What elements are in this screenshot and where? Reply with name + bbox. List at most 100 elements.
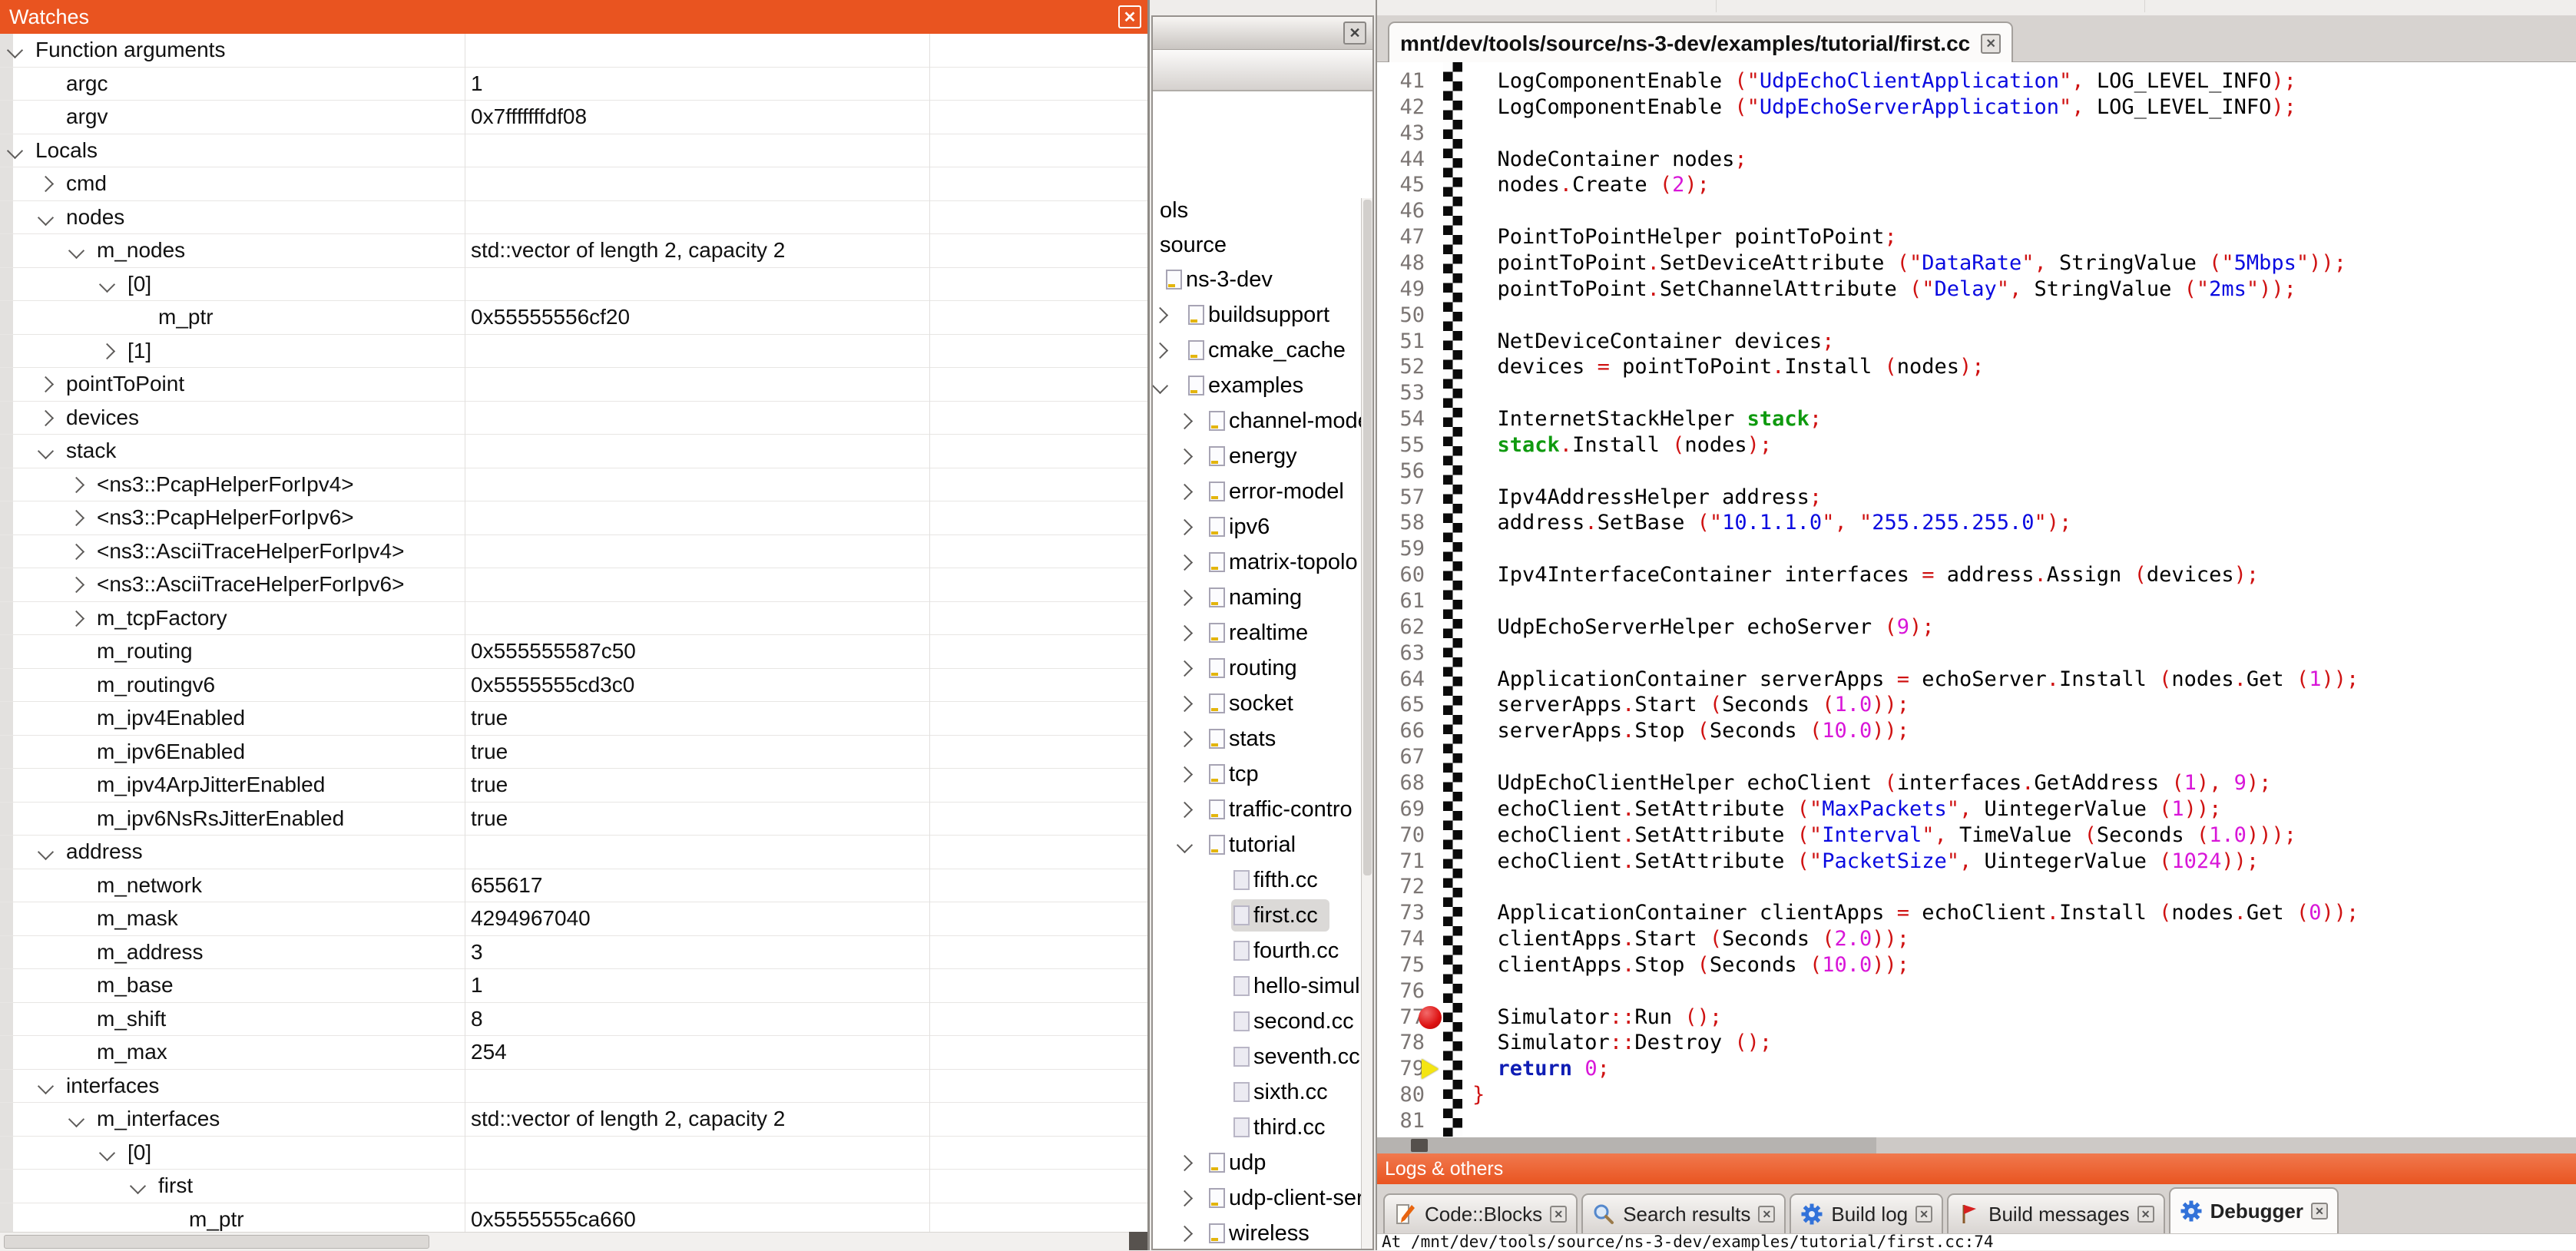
watch-row[interactable]: Function arguments bbox=[0, 34, 1147, 68]
chevron-right-icon[interactable] bbox=[40, 379, 51, 394]
code-line-42[interactable]: 42 LogComponentEnable ("UdpEchoServerApp… bbox=[1377, 94, 2576, 121]
breakpoint-icon[interactable] bbox=[1419, 1006, 1442, 1029]
watch-row[interactable]: <ns3::PcapHelperForIpv6> bbox=[0, 501, 1147, 535]
watch-row[interactable]: Locals bbox=[0, 134, 1147, 168]
watch-row[interactable]: [0] bbox=[0, 1137, 1147, 1170]
code-line-75[interactable]: 75 clientApps.Stop (Seconds (10.0)); bbox=[1377, 952, 2576, 978]
tree-item-hello-simul[interactable]: hello-simul bbox=[1153, 969, 1372, 1004]
chevron-right-icon[interactable] bbox=[71, 479, 82, 495]
chevron-right-icon[interactable] bbox=[1179, 804, 1190, 819]
watch-row[interactable]: cmd bbox=[0, 167, 1147, 201]
watch-row[interactable]: m_network655617 bbox=[0, 869, 1147, 903]
code-line-59[interactable]: 59 bbox=[1377, 536, 2576, 562]
code-line-79[interactable]: 79 return 0; bbox=[1377, 1056, 2576, 1082]
line-number[interactable]: 58 bbox=[1377, 510, 1425, 536]
watch-row[interactable]: <ns3::PcapHelperForIpv4> bbox=[0, 468, 1147, 502]
code-line-41[interactable]: 41 LogComponentEnable ("UdpEchoClientApp… bbox=[1377, 68, 2576, 94]
watch-row[interactable]: m_routing0x555555587c50 bbox=[0, 635, 1147, 669]
watch-row[interactable]: [0] bbox=[0, 268, 1147, 302]
line-number[interactable]: 49 bbox=[1377, 276, 1425, 303]
log-tab-search-results[interactable]: Search results✕ bbox=[1581, 1193, 1786, 1233]
log-tab-build-log[interactable]: Build log✕ bbox=[1790, 1193, 1943, 1233]
line-number[interactable]: 79 bbox=[1377, 1056, 1425, 1082]
tree-item-udp-client-ser[interactable]: udp-client-ser bbox=[1153, 1181, 1372, 1216]
code-line-43[interactable]: 43 bbox=[1377, 121, 2576, 147]
chevron-down-icon[interactable] bbox=[1179, 839, 1190, 855]
line-number[interactable]: 48 bbox=[1377, 250, 1425, 276]
code-line-60[interactable]: 60 Ipv4InterfaceContainer interfaces = a… bbox=[1377, 562, 2576, 588]
code-area[interactable]: 41 LogComponentEnable ("UdpEchoClientApp… bbox=[1377, 62, 2576, 1137]
tree-item-first-cc[interactable]: first.cc bbox=[1153, 899, 1372, 933]
watches-column-divider-type[interactable] bbox=[929, 34, 930, 1232]
chevron-right-icon[interactable] bbox=[1179, 733, 1190, 749]
line-number[interactable]: 68 bbox=[1377, 770, 1425, 796]
watch-row[interactable]: stack bbox=[0, 435, 1147, 468]
code-line-65[interactable]: 65 serverApps.Start (Seconds (1.0)); bbox=[1377, 692, 2576, 718]
chevron-right-icon[interactable] bbox=[1179, 627, 1190, 643]
line-number[interactable]: 53 bbox=[1377, 380, 1425, 406]
chevron-right-icon[interactable] bbox=[1179, 592, 1190, 607]
log-tab-close-icon[interactable]: ✕ bbox=[2137, 1206, 2154, 1223]
logs-title-bar[interactable]: Logs & others bbox=[1377, 1153, 2576, 1184]
watch-row[interactable]: m_mask4294967040 bbox=[0, 902, 1147, 936]
chevron-down-icon[interactable] bbox=[40, 846, 51, 862]
code-line-57[interactable]: 57 Ipv4AddressHelper address; bbox=[1377, 485, 2576, 511]
line-number[interactable]: 73 bbox=[1377, 900, 1425, 926]
line-number[interactable]: 70 bbox=[1377, 822, 1425, 849]
log-tab-build-messages[interactable]: Build messages✕ bbox=[1947, 1193, 2165, 1233]
line-number[interactable]: 51 bbox=[1377, 329, 1425, 355]
watch-row[interactable]: m_nodesstd::vector of length 2, capacity… bbox=[0, 234, 1147, 268]
line-number[interactable]: 66 bbox=[1377, 718, 1425, 744]
log-tab-close-icon[interactable]: ✕ bbox=[1550, 1206, 1567, 1223]
line-number[interactable]: 60 bbox=[1377, 562, 1425, 588]
line-number[interactable]: 64 bbox=[1377, 667, 1425, 693]
code-line-47[interactable]: 47 PointToPointHelper pointToPoint; bbox=[1377, 224, 2576, 250]
tree-item-ipv6[interactable]: ipv6 bbox=[1153, 510, 1372, 544]
tree-item-error-model[interactable]: error-model bbox=[1153, 475, 1372, 509]
code-line-48[interactable]: 48 pointToPoint.SetDeviceAttribute ("Dat… bbox=[1377, 250, 2576, 276]
line-number[interactable]: 74 bbox=[1377, 926, 1425, 952]
watch-row[interactable]: m_ptr0x55555556cf20 bbox=[0, 301, 1147, 335]
tree-item-fifth-cc[interactable]: fifth.cc bbox=[1153, 863, 1372, 898]
chevron-right-icon[interactable] bbox=[71, 579, 82, 594]
watch-row[interactable]: argc1 bbox=[0, 68, 1147, 101]
line-number[interactable]: 55 bbox=[1377, 432, 1425, 458]
chevron-right-icon[interactable] bbox=[1154, 345, 1166, 360]
tree-item-energy[interactable]: energy bbox=[1153, 439, 1372, 474]
chevron-down-icon[interactable] bbox=[40, 1081, 51, 1096]
line-number[interactable]: 54 bbox=[1377, 406, 1425, 432]
watch-row[interactable]: [1] bbox=[0, 335, 1147, 369]
line-number[interactable]: 80 bbox=[1377, 1082, 1425, 1108]
chevron-down-icon[interactable] bbox=[101, 279, 113, 294]
watches-hscrollbar-thumb[interactable] bbox=[4, 1235, 429, 1249]
tree-item-buildsupport[interactable]: buildsupport bbox=[1153, 298, 1372, 333]
code-line-51[interactable]: 51 NetDeviceContainer devices; bbox=[1377, 329, 2576, 355]
code-line-49[interactable]: 49 pointToPoint.SetChannelAttribute ("De… bbox=[1377, 276, 2576, 303]
code-line-46[interactable]: 46 bbox=[1377, 198, 2576, 224]
code-line-69[interactable]: 69 echoClient.SetAttribute ("MaxPackets"… bbox=[1377, 796, 2576, 822]
line-number[interactable]: 56 bbox=[1377, 458, 1425, 485]
watches-title-bar[interactable]: Watches bbox=[0, 0, 1147, 34]
tree-item-socket[interactable]: socket bbox=[1153, 687, 1372, 721]
line-number[interactable]: 78 bbox=[1377, 1030, 1425, 1056]
tree-item-seventh-cc[interactable]: seventh.cc bbox=[1153, 1040, 1372, 1074]
chevron-down-icon[interactable] bbox=[9, 45, 21, 60]
code-line-70[interactable]: 70 echoClient.SetAttribute ("Interval", … bbox=[1377, 822, 2576, 849]
file-tree-scrollbar[interactable] bbox=[1361, 198, 1372, 1249]
watch-row[interactable]: m_ipv4ArpJitterEnabledtrue bbox=[0, 769, 1147, 803]
log-tab-close-icon[interactable]: ✕ bbox=[1758, 1206, 1775, 1223]
chevron-right-icon[interactable] bbox=[1179, 451, 1190, 466]
code-line-56[interactable]: 56 bbox=[1377, 458, 2576, 485]
watches-hscrollbar[interactable] bbox=[0, 1232, 1147, 1250]
code-line-68[interactable]: 68 UdpEchoClientHelper echoClient (inter… bbox=[1377, 770, 2576, 796]
line-number[interactable]: 41 bbox=[1377, 68, 1425, 94]
tree-item-fourth-cc[interactable]: fourth.cc bbox=[1153, 934, 1372, 968]
watch-row[interactable]: m_ptr0x5555555ca660 bbox=[0, 1203, 1147, 1233]
line-number[interactable]: 67 bbox=[1377, 744, 1425, 770]
chevron-right-icon[interactable] bbox=[1179, 521, 1190, 537]
chevron-right-icon[interactable] bbox=[71, 613, 82, 628]
code-line-58[interactable]: 58 address.SetBase ("10.1.1.0", "255.255… bbox=[1377, 510, 2576, 536]
watch-row[interactable]: m_ipv4Enabledtrue bbox=[0, 702, 1147, 736]
chevron-down-icon[interactable] bbox=[71, 1114, 82, 1129]
code-line-73[interactable]: 73 ApplicationContainer clientApps = ech… bbox=[1377, 900, 2576, 926]
